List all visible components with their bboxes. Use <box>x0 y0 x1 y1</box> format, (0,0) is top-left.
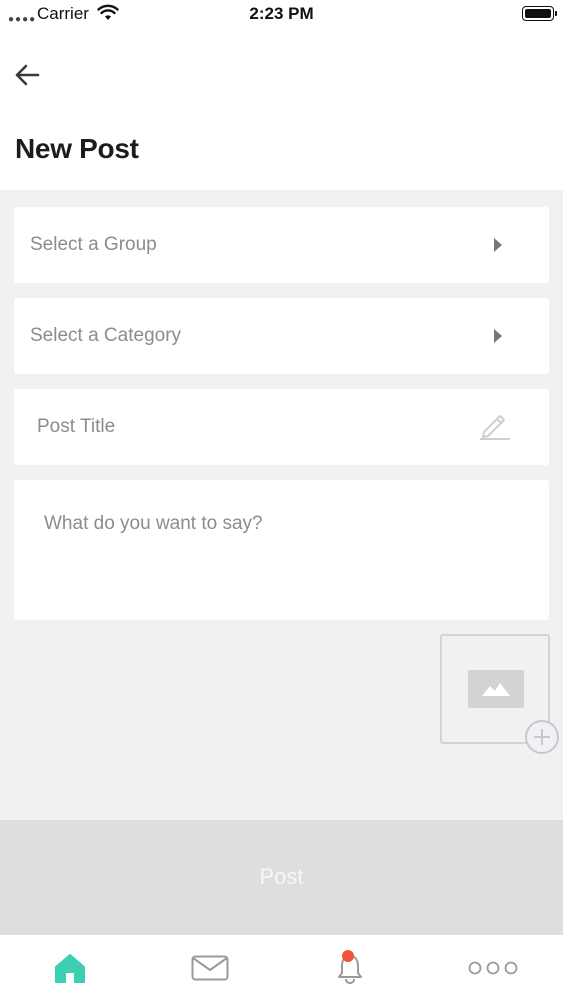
caret-right-icon <box>494 329 502 343</box>
category-select-placeholder: Select a Category <box>30 325 182 346</box>
page-title: New Post <box>15 133 139 164</box>
category-select[interactable]: Select a Category <box>14 298 549 374</box>
arrow-left-icon <box>15 64 40 86</box>
tab-notifications[interactable] <box>280 935 420 1000</box>
notification-badge <box>342 950 354 962</box>
pencil-icon <box>480 415 510 440</box>
post-button[interactable]: Post <box>0 820 563 934</box>
group-select-placeholder: Select a Group <box>30 234 157 255</box>
tab-bar <box>0 934 563 1000</box>
image-icon <box>468 670 524 708</box>
tab-messages[interactable] <box>140 935 280 1000</box>
envelope-icon <box>191 955 229 981</box>
add-image-button[interactable] <box>440 634 559 754</box>
post-body-textarea[interactable]: What do you want to say? <box>14 480 549 620</box>
status-time: 2:23 PM <box>249 4 314 23</box>
caret-right-icon <box>494 238 502 252</box>
home-icon <box>55 954 85 983</box>
post-button-label: Post <box>259 864 304 889</box>
back-button[interactable] <box>10 58 44 92</box>
post-title-placeholder: Post Title <box>37 416 116 437</box>
more-dots-icon <box>468 961 518 975</box>
battery-icon <box>522 6 557 21</box>
post-title-input[interactable]: Post Title <box>14 389 549 465</box>
tab-more[interactable] <box>423 935 563 1000</box>
post-body-placeholder: What do you want to say? <box>44 513 263 534</box>
group-select[interactable]: Select a Group <box>14 207 549 283</box>
post-form: Select a Group Select a Category Post Ti… <box>0 190 563 820</box>
plus-circle-icon <box>525 720 559 754</box>
status-bar: ●●●● Carrier 2:23 PM <box>0 0 563 28</box>
tab-home[interactable] <box>0 935 140 1000</box>
